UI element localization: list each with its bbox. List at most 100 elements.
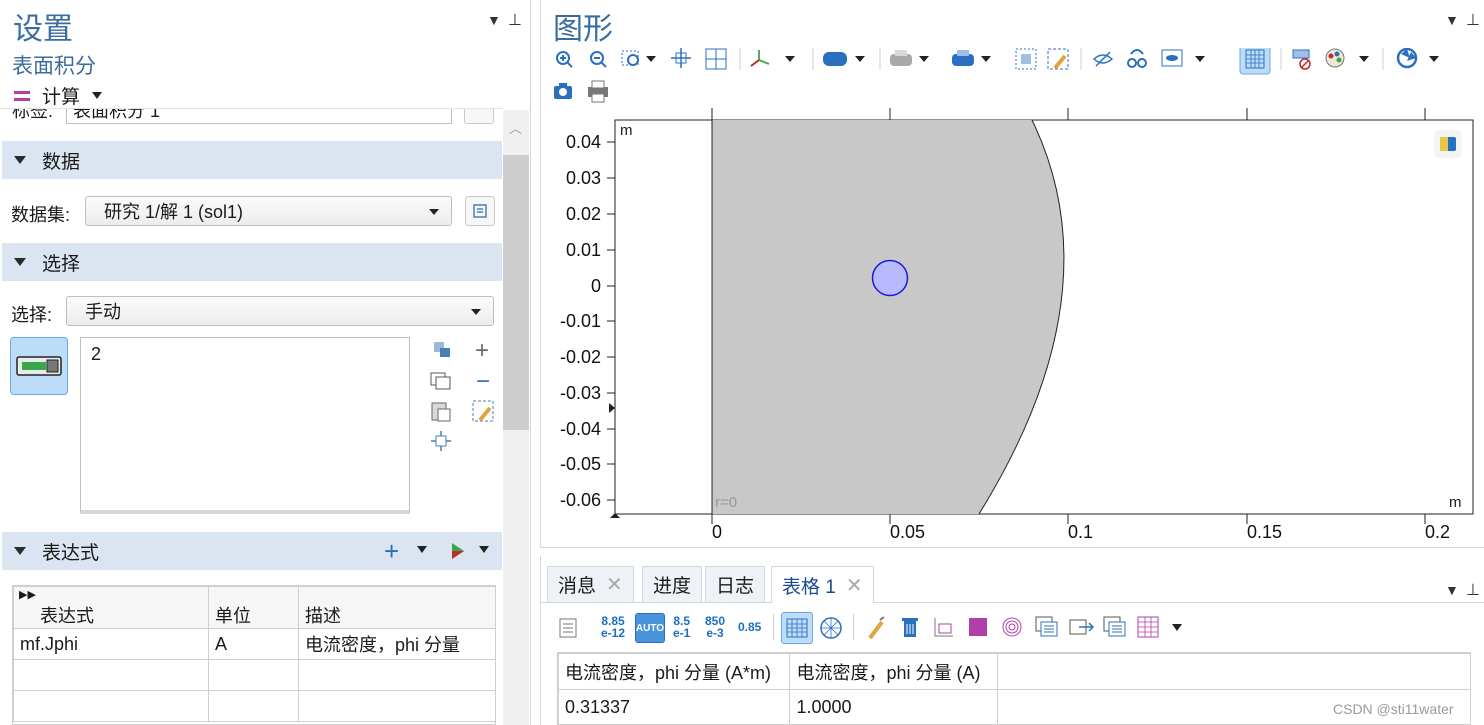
cell-value[interactable]: 1.0000 bbox=[789, 689, 999, 724]
selection-list[interactable]: 2 bbox=[80, 337, 410, 514]
full-precision-icon[interactable] bbox=[819, 616, 843, 645]
chevron-down-icon bbox=[429, 209, 439, 215]
paste-icon[interactable] bbox=[430, 400, 452, 427]
activate-selection-toggle[interactable] bbox=[10, 337, 68, 395]
expand-icon[interactable]: ▶▶ bbox=[19, 588, 36, 601]
number-format-eng-milli[interactable]: 850 e-3 bbox=[705, 615, 725, 639]
y-tick: -0.01 bbox=[559, 311, 601, 331]
table-row[interactable]: mf.Jphi A 电流密度，phi 分量 bbox=[13, 628, 495, 660]
x-tick: 0.05 bbox=[890, 522, 926, 542]
add-expression-icon[interactable]: + bbox=[384, 536, 399, 567]
remove-icon[interactable]: − bbox=[476, 368, 490, 396]
graphics-panel: 图形 ▼ ⊥ m m r=0 0.04 0.03 0.02 0.01 0 -0.… bbox=[540, 0, 1484, 548]
y-tick: 0 bbox=[590, 276, 601, 296]
tab-progress[interactable]: 进度 bbox=[642, 566, 703, 602]
table-settings-icon[interactable] bbox=[559, 618, 577, 643]
number-format-scientific[interactable]: 8.85 e-12 bbox=[601, 615, 625, 639]
hide-icon bbox=[1092, 51, 1114, 67]
table-format-icon[interactable] bbox=[1137, 616, 1159, 643]
y-axis-ticks bbox=[607, 141, 615, 501]
reset-label-button[interactable] bbox=[464, 108, 494, 124]
col-header-unit[interactable]: 单位 bbox=[208, 586, 299, 629]
panel-menu-icon[interactable]: ▼ bbox=[1445, 12, 1459, 28]
add-icon[interactable]: + bbox=[475, 337, 489, 365]
scroll-up-icon[interactable]: ︿ bbox=[509, 118, 522, 137]
cell-unit[interactable]: A bbox=[208, 628, 299, 660]
panel-menu-icon[interactable]: ▼ bbox=[487, 12, 501, 28]
dataset-go-button[interactable] bbox=[465, 196, 495, 226]
zoom-selected-icon[interactable] bbox=[430, 430, 452, 457]
chevron-down-icon[interactable] bbox=[1172, 624, 1182, 631]
copy-table-icon[interactable] bbox=[1035, 616, 1059, 643]
zoom-box-icon bbox=[621, 50, 639, 66]
x-unit-label: m bbox=[1449, 494, 1462, 511]
number-format-engineering[interactable]: 8.5 e-1 bbox=[673, 615, 690, 639]
tab-messages[interactable]: 消息 ✕ bbox=[547, 566, 634, 602]
clear-selection-icon[interactable] bbox=[472, 400, 494, 427]
watermark: CSDN @sti11water bbox=[1333, 701, 1454, 717]
close-icon[interactable]: ✕ bbox=[846, 573, 863, 598]
section-expressions[interactable]: 表达式 bbox=[2, 532, 502, 570]
col-header-expression[interactable]: 表达式 bbox=[13, 586, 209, 629]
y-tick: 0.03 bbox=[565, 168, 601, 188]
export-icon[interactable] bbox=[1069, 616, 1095, 643]
expression-table-frame: ▶▶ 表达式 单位 描述 mf.Jphi A 电流密度，phi 分量 bbox=[12, 585, 496, 725]
cell-expression[interactable]: mf.Jphi bbox=[13, 628, 209, 660]
tab-label: 表格 1 bbox=[782, 576, 836, 598]
number-format-auto[interactable]: AUTO bbox=[635, 613, 665, 643]
y-tick: -0.02 bbox=[559, 347, 601, 367]
replace-expression-icon[interactable] bbox=[450, 542, 466, 565]
y-tick: 0.01 bbox=[565, 240, 601, 260]
chevron-down-icon[interactable] bbox=[479, 546, 489, 553]
section-data[interactable]: 数据 bbox=[2, 141, 502, 179]
copy-selection-icon[interactable] bbox=[430, 372, 452, 395]
top-ticks bbox=[711, 108, 1426, 120]
axis-orientation-icon bbox=[750, 50, 770, 67]
panel-menu-icon[interactable]: ▼ bbox=[1445, 582, 1459, 598]
y-tick: -0.03 bbox=[559, 383, 601, 403]
number-format-decimal[interactable]: 0.85 bbox=[738, 621, 761, 633]
print-icon bbox=[588, 80, 608, 103]
chevron-down-icon bbox=[92, 92, 103, 99]
table-row[interactable] bbox=[13, 690, 495, 722]
compute-label: 计算 bbox=[42, 87, 81, 108]
tab-label: 日志 bbox=[716, 576, 755, 597]
pin-icon[interactable]: ⊥ bbox=[1466, 580, 1480, 600]
scrollbar-thumb[interactable] bbox=[503, 155, 529, 430]
copy-all-icon[interactable] bbox=[1103, 616, 1127, 643]
tab-log[interactable]: 日志 bbox=[705, 566, 766, 602]
delete-icon[interactable] bbox=[901, 616, 919, 643]
geometry-plot[interactable] bbox=[541, 108, 1484, 548]
tab-table-1[interactable]: 表格 1 ✕ bbox=[771, 566, 874, 603]
label-input[interactable]: 表面积分 1 bbox=[66, 108, 452, 124]
table-contour-icon[interactable] bbox=[1001, 616, 1023, 643]
compute-button[interactable]: 计算 bbox=[14, 82, 103, 109]
cell-description[interactable]: 电流密度，phi 分量 bbox=[298, 628, 495, 660]
table-graph-icon[interactable] bbox=[933, 616, 955, 643]
paste-selection-icon[interactable] bbox=[432, 340, 452, 358]
tab-label: 消息 bbox=[558, 576, 597, 597]
col-header-description[interactable]: 描述 bbox=[298, 586, 495, 629]
cell-value[interactable]: 0.31337 bbox=[558, 689, 791, 724]
selection-list-item[interactable]: 2 bbox=[91, 344, 399, 365]
y-tick: -0.04 bbox=[559, 419, 601, 439]
section-selection[interactable]: 选择 bbox=[2, 243, 502, 281]
zoom-out-icon bbox=[590, 51, 607, 68]
table-row[interactable] bbox=[13, 659, 495, 691]
table-surface-icon[interactable] bbox=[969, 618, 987, 636]
pin-icon[interactable]: ⊥ bbox=[1466, 10, 1480, 30]
zoom-extents-icon bbox=[671, 48, 691, 68]
wireframe-icon bbox=[952, 50, 974, 66]
col-header-flux-am[interactable]: 电流密度，phi 分量 (A*m) bbox=[558, 653, 791, 690]
clear-table-icon[interactable] bbox=[866, 616, 886, 645]
table-view-button[interactable] bbox=[781, 612, 813, 644]
select-box-icon bbox=[1015, 48, 1037, 70]
pin-icon[interactable]: ⊥ bbox=[508, 10, 522, 30]
close-icon[interactable]: ✕ bbox=[606, 572, 623, 597]
x-tick: 0.2 bbox=[1425, 522, 1451, 542]
r0-label: r=0 bbox=[715, 494, 738, 511]
dataset-select[interactable]: 研究 1/解 1 (sol1) bbox=[85, 196, 452, 226]
col-header-flux-a[interactable]: 电流密度，phi 分量 (A) bbox=[789, 653, 999, 690]
chevron-down-icon[interactable] bbox=[417, 546, 427, 553]
selection-select[interactable]: 手动 bbox=[66, 296, 494, 326]
